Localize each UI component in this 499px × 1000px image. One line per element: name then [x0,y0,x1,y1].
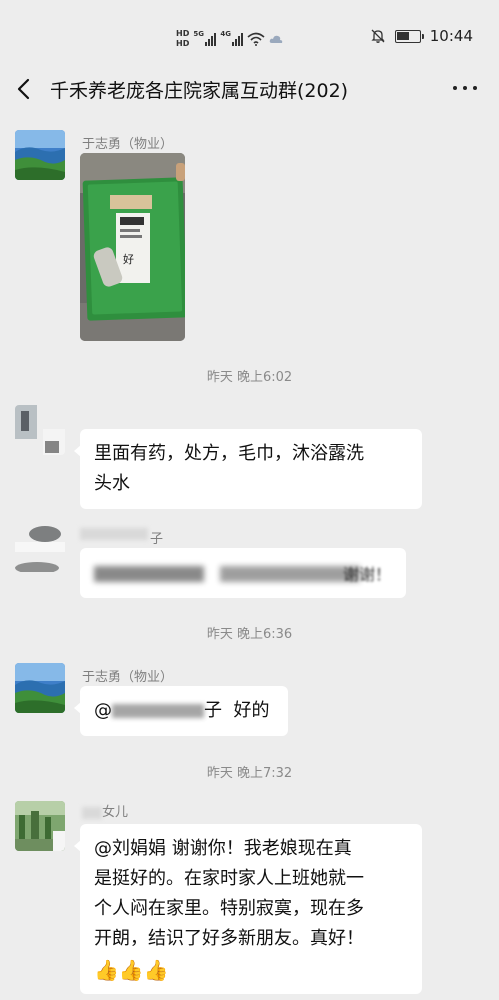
message-image[interactable]: 好 [80,153,185,341]
redaction-blur [94,566,204,582]
message-text-line: 里面有药，处方，毛巾，沐浴露洗 [94,443,364,464]
status-bar: HD HD 5G 4G 10:44 [0,0,499,64]
avatar-blurred-image [15,405,65,455]
sender-name: 于志勇（物业） [82,670,174,685]
back-arrow-icon[interactable] [12,76,38,102]
message-text-line: 头水 [94,473,130,494]
avatar-landscape-image [15,130,65,180]
mention-partial: 子 [204,700,222,721]
redaction-blur [112,704,204,718]
message-text-line: 个人闷在家里。特别寂寞，现在多 [94,898,364,919]
status-icons-left: HD HD 5G 4G [176,26,283,52]
message-text-line: 开朗，结识了好多新朋友。真好！ [94,928,364,949]
status-clock: 10:44 [429,27,473,45]
avatar-landscape-image [15,663,65,713]
timestamp: 昨天 晚上6:36 [206,627,293,642]
package-photo: 好 [80,153,185,341]
sender-name-redacted: 子 [80,528,170,547]
status-icons-right: 10:44 [370,27,473,45]
message-text-line: 是挺好的。在家时家人上班她就一 [94,868,364,889]
avatar[interactable] [15,405,65,455]
battery-icon [394,29,424,43]
avatar[interactable] [15,522,65,572]
mute-bell-icon [371,29,385,43]
message-bubble[interactable]: 里面有药，处方，毛巾，沐浴露洗 头水 [74,429,422,509]
signal-4g-label: 4G [220,30,231,38]
svg-text:好: 好 [123,252,134,266]
battery-fill [397,32,409,40]
avatar[interactable] [15,663,65,713]
avatar[interactable] [15,801,65,851]
message-bubble[interactable]: @ 子 好的 [74,686,288,736]
avatar-blurred-image [15,522,65,572]
signal-5g-icon: 5G [193,30,217,46]
timestamp: 昨天 晚上7:32 [206,766,293,781]
message-bubble[interactable]: @刘娟娟 谢谢你！我老娘现在真 是挺好的。在家时家人上班她就一 个人闷在家里。特… [74,824,422,994]
redaction-blur [80,528,148,540]
hd-label-top: HD [176,29,190,38]
avatar[interactable] [15,130,65,180]
mention-at: @ [94,700,112,721]
message-bubble[interactable]: 谢谢！ [80,548,406,598]
cloud-icon [270,35,283,43]
sender-name-partial: 子 [150,532,164,547]
more-options-icon[interactable] [453,78,477,98]
message-text: 好的 [233,700,270,721]
signal-5g-label: 5G [193,30,204,38]
chat-title: 千禾养老庞各庄院家属互动群(202) [50,80,349,102]
hd-indicator: HD HD [176,29,189,49]
sender-name: 于志勇（物业） [82,137,174,152]
redaction-blur [220,566,360,582]
chat-header: 千禾养老庞各庄院家属互动群(202) [0,64,499,114]
signal-4g-icon: 4G [220,30,244,46]
sender-name-redacted: 女儿 [82,801,162,820]
hd-label-bottom: HD [176,39,190,48]
avatar-blurred-image [15,801,65,851]
message-text-partial: 谢谢！ [343,565,392,584]
timestamp: 昨天 晚上6:02 [206,370,293,385]
sender-name-partial: 女儿 [102,805,129,820]
message-text-line: @刘娟娟 谢谢你！我老娘现在真 [94,838,352,859]
redaction-blur [82,806,102,819]
thumbs-up-emoji-row: 👍👍👍 [94,958,169,982]
wifi-icon [247,32,265,46]
